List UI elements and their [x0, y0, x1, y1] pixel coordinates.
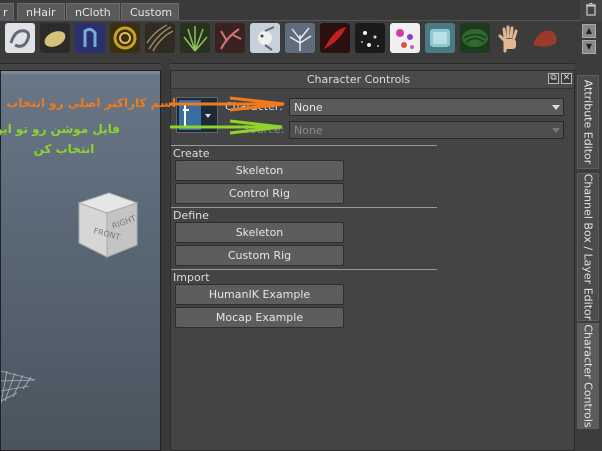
tree-icon[interactable] [285, 23, 315, 53]
tab-channel-box-label: Channel Box / Layer Editor [581, 173, 595, 321]
section-import: Import [173, 271, 210, 284]
tab-attribute-editor[interactable]: Attribute Editor [577, 75, 599, 169]
bubbles-icon[interactable] [390, 23, 420, 53]
hair-strands-icon[interactable] [145, 23, 175, 53]
tab-character-controls-label: Character Controls [581, 324, 595, 428]
shelf-scroll-down-button[interactable]: ▼ [582, 40, 596, 54]
float-panel-icon[interactable]: ⧉ [548, 73, 559, 84]
section-create: Create [173, 147, 210, 160]
character-label: Character: [225, 100, 283, 113]
muscle-icon[interactable] [530, 23, 560, 53]
panel-title: Character Controls [306, 73, 411, 86]
scales-icon[interactable] [460, 23, 490, 53]
water-icon[interactable] [425, 23, 455, 53]
ellipse-icon[interactable] [40, 23, 70, 53]
grass-icon[interactable] [180, 23, 210, 53]
cloth-swirl-icon[interactable] [5, 23, 35, 53]
source-dropdown-value: None [294, 124, 323, 137]
sparkle-icon[interactable] [355, 23, 385, 53]
shelf-scroll-up-button[interactable]: ▲ [582, 24, 596, 38]
source-dropdown[interactable]: None [289, 121, 564, 139]
import-mocap-example-button[interactable]: Mocap Example [175, 307, 344, 328]
section-define: Define [173, 209, 209, 222]
define-custom-rig-button[interactable]: Custom Rig [175, 245, 344, 266]
chevron-down-icon [552, 105, 560, 110]
divider [171, 207, 437, 208]
chevron-down-icon [552, 128, 560, 133]
hair-curve-icon[interactable] [75, 23, 105, 53]
annotation-green-line2: انتخاب کن [33, 142, 95, 156]
branch-icon[interactable] [215, 23, 245, 53]
shelf-tab-bar: r nHair nCloth Custom [0, 0, 580, 21]
tab-channel-box-layer-editor[interactable]: Channel Box / Layer Editor [577, 173, 599, 321]
splitter[interactable] [161, 63, 170, 451]
trash-icon[interactable] [584, 2, 598, 16]
character-icon[interactable] [176, 97, 218, 133]
red-feather-icon[interactable] [320, 23, 350, 53]
tab-character-controls[interactable]: Character Controls [577, 323, 599, 429]
side-tab-bar: Attribute Editor Channel Box / Layer Edi… [575, 63, 602, 451]
character-dropdown-value: None [294, 101, 323, 114]
shelf-scroll: ▲ ▼ [582, 24, 596, 56]
tab-attribute-editor-label: Attribute Editor [581, 79, 595, 165]
divider [171, 145, 437, 146]
shelf: ▲ ▼ [0, 21, 602, 64]
close-icon[interactable]: ✕ [561, 73, 572, 84]
annotation-green-line1: فایل موشن رو تو این [0, 122, 120, 136]
annotation-orange-text: اسم کاراکتر اصلی رو انتخاب [6, 96, 176, 110]
create-control-rig-button[interactable]: Control Rig [175, 183, 344, 204]
character-controls-panel: Character Controls ⧉ ✕ Character: None S… [170, 70, 575, 451]
import-humanik-example-button[interactable]: HumanIK Example [175, 284, 344, 305]
source-label: Source: [243, 123, 285, 136]
tab-partial[interactable]: r [0, 3, 14, 20]
spiral-icon[interactable] [110, 23, 140, 53]
create-skeleton-button[interactable]: Skeleton [175, 160, 344, 181]
tab-custom[interactable]: Custom [121, 3, 179, 20]
tab-ncloth[interactable]: nCloth [66, 3, 120, 20]
creature-icon[interactable] [250, 23, 280, 53]
divider [171, 269, 437, 270]
define-skeleton-button[interactable]: Skeleton [175, 222, 344, 243]
hand-icon[interactable] [495, 23, 525, 53]
panel-header: Character Controls ⧉ ✕ [171, 71, 574, 89]
character-dropdown[interactable]: None [289, 98, 564, 116]
tab-nhair[interactable]: nHair [17, 3, 65, 20]
